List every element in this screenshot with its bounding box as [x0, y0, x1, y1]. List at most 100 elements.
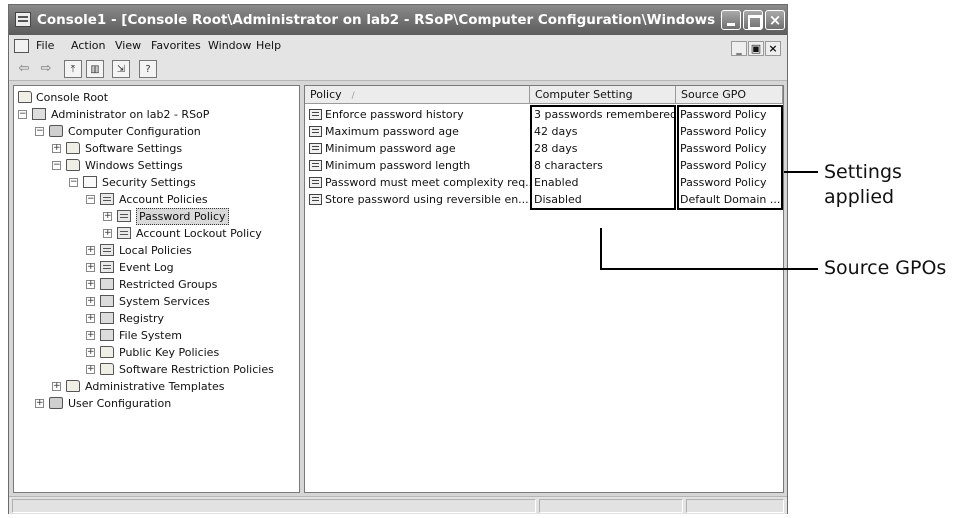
- close-icon: ×: [768, 11, 782, 29]
- minimize-button[interactable]: [721, 10, 741, 30]
- collapse-icon[interactable]: −: [69, 178, 78, 187]
- expand-icon[interactable]: +: [52, 144, 61, 153]
- maximize-button[interactable]: [743, 10, 763, 30]
- menu-window[interactable]: Window: [208, 35, 251, 57]
- column-header-policy[interactable]: Policy /: [305, 86, 530, 104]
- policy-icon: [100, 244, 114, 256]
- menu-file[interactable]: File: [36, 35, 54, 57]
- collapse-icon[interactable]: −: [18, 110, 27, 119]
- expand-icon[interactable]: +: [86, 280, 95, 289]
- source-gpo-cell: Password Policy: [680, 159, 767, 172]
- setting-cell: 3 passwords remembered: [534, 108, 674, 121]
- mdi-close-button[interactable]: ×: [765, 41, 781, 56]
- expand-icon[interactable]: +: [86, 246, 95, 255]
- up-one-level-icon[interactable]: ⤒: [64, 60, 82, 78]
- close-button[interactable]: ×: [765, 10, 785, 30]
- source-gpo-cell: Default Domain ...: [680, 193, 781, 206]
- expand-icon[interactable]: +: [103, 212, 112, 221]
- table-row[interactable]: Password must meet complexity req... Ena…: [305, 174, 783, 191]
- help-icon[interactable]: ?: [139, 60, 157, 78]
- collapse-icon[interactable]: −: [52, 161, 61, 170]
- window-title: Console1 - [Console Root\Administrator o…: [37, 12, 727, 28]
- table-row[interactable]: Enforce password history 3 passwords rem…: [305, 106, 783, 123]
- tree-item-label: Local Policies: [119, 244, 192, 257]
- source-gpo-cell: Password Policy: [680, 176, 767, 189]
- rsop-icon: [32, 108, 46, 120]
- expand-icon[interactable]: +: [86, 314, 95, 323]
- tree-item-label: Console Root: [36, 91, 109, 104]
- policy-setting-icon: [309, 143, 322, 154]
- column-header-label: Policy: [310, 88, 342, 101]
- policy-cell: Password must meet complexity req...: [325, 176, 530, 189]
- policy-box-icon: [100, 278, 114, 290]
- policy-setting-icon: [309, 194, 322, 205]
- expand-icon[interactable]: +: [52, 382, 61, 391]
- setting-cell: Enabled: [534, 176, 579, 189]
- folder-icon: [100, 363, 114, 375]
- menu-view[interactable]: View: [115, 35, 141, 57]
- table-row[interactable]: Store password using reversible en... Di…: [305, 191, 783, 208]
- tree-item-label: Security Settings: [102, 176, 196, 189]
- column-header-source-gpo[interactable]: Source GPO: [676, 86, 783, 104]
- column-header-computer-setting[interactable]: Computer Setting: [530, 86, 676, 104]
- policy-icon: [100, 261, 114, 273]
- policy-cell: Store password using reversible en...: [325, 193, 529, 206]
- policy-cell: Minimum password age: [325, 142, 456, 155]
- tree-item-label: File System: [119, 329, 182, 342]
- table-row[interactable]: Maximum password age 42 days Password Po…: [305, 123, 783, 140]
- policy-box-icon: [100, 295, 114, 307]
- collapse-icon[interactable]: −: [86, 195, 95, 204]
- menu-help[interactable]: Help: [256, 35, 281, 57]
- expand-icon[interactable]: +: [35, 399, 44, 408]
- column-header-label: Computer Setting: [535, 88, 633, 101]
- folder-icon: [66, 159, 80, 171]
- expand-icon[interactable]: +: [86, 297, 95, 306]
- folder-icon: [66, 380, 80, 392]
- forward-arrow-icon[interactable]: ⇨: [37, 60, 55, 78]
- setting-cell: 28 days: [534, 142, 578, 155]
- tree-item-label: Account Lockout Policy: [136, 227, 262, 240]
- menu-action[interactable]: Action: [71, 35, 105, 57]
- setting-cell: 42 days: [534, 125, 578, 138]
- source-callout-vertical-line: [600, 228, 602, 270]
- policy-setting-icon: [309, 177, 322, 188]
- folder-icon: [18, 91, 32, 103]
- settings-applied-line2: applied: [824, 186, 895, 208]
- tree-item-label: User Configuration: [68, 397, 172, 410]
- expand-icon[interactable]: +: [86, 263, 95, 272]
- computer-icon: [49, 125, 63, 137]
- tree-item-label: Computer Configuration: [68, 125, 201, 138]
- back-arrow-icon[interactable]: ⇦: [15, 60, 33, 78]
- table-row[interactable]: Minimum password length 8 characters Pas…: [305, 157, 783, 174]
- menu-favorites[interactable]: Favorites: [151, 35, 201, 57]
- user-configuration-icon: [49, 397, 63, 409]
- expand-icon[interactable]: +: [103, 229, 112, 238]
- expand-icon[interactable]: +: [86, 365, 95, 374]
- toolbar: ⇦ ⇨ ⤒ ▥ ⇲ ?: [9, 57, 787, 81]
- console-menu-icon[interactable]: [14, 39, 29, 53]
- mdi-restore-button[interactable]: ▣: [748, 41, 764, 56]
- mmc-window: Console1 - [Console Root\Administrator o…: [8, 4, 788, 514]
- console-tree[interactable]: Console Root − Administrator on lab2 - R…: [13, 85, 300, 493]
- source-gpo-cell: Password Policy: [680, 108, 767, 121]
- policy-cell: Enforce password history: [325, 108, 464, 121]
- policy-setting-icon: [309, 109, 322, 120]
- collapse-icon[interactable]: −: [35, 127, 44, 136]
- status-panel: [539, 499, 683, 513]
- results-list[interactable]: Policy / Computer Setting Source GPO Enfo…: [304, 85, 784, 493]
- tree-item-label: Account Policies: [119, 193, 208, 206]
- mdi-minimize-button[interactable]: _: [731, 41, 747, 56]
- policy-icon: [100, 193, 114, 205]
- expand-icon[interactable]: +: [86, 348, 95, 357]
- tree-item-label: Administrator on lab2 - RSoP: [51, 108, 210, 121]
- tree-item-label: Windows Settings: [85, 159, 183, 172]
- export-list-icon[interactable]: ⇲: [112, 60, 130, 78]
- setting-cell: Disabled: [534, 193, 582, 206]
- settings-applied-label: Settings applied: [824, 160, 902, 210]
- policy-icon: [117, 227, 131, 239]
- table-row[interactable]: Minimum password age 28 days Password Po…: [305, 140, 783, 157]
- title-bar[interactable]: Console1 - [Console Root\Administrator o…: [9, 5, 787, 35]
- expand-icon[interactable]: +: [86, 331, 95, 340]
- show-hide-tree-icon[interactable]: ▥: [86, 60, 104, 78]
- tree-item-label: Public Key Policies: [119, 346, 220, 359]
